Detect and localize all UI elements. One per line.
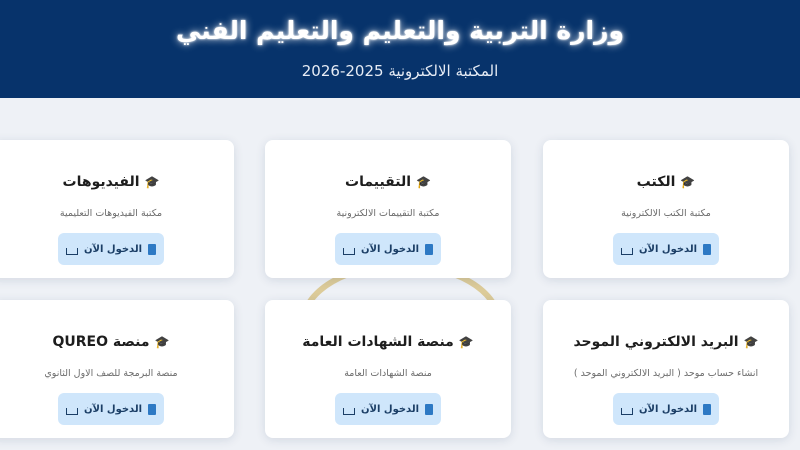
page-header: وزارة التربية والتعليم والتعليم الفني ال…: [0, 0, 800, 98]
enter-button[interactable]: الدخول الآن: [335, 393, 441, 425]
card-assessments: 🎓 التقييمات مكتبة التقييمات الالكترونية ا…: [265, 140, 511, 278]
library-subtitle: المكتبة الالكترونية 2025-2026: [301, 62, 499, 80]
graduation-cap-icon: 🎓: [416, 175, 431, 189]
enter-button[interactable]: الدخول الآن: [335, 233, 441, 265]
card-description: منصة الشهادات العامة: [344, 368, 432, 379]
card-title: منصة الشهادات العامة: [302, 334, 454, 350]
tray-download-icon: [621, 247, 633, 255]
book-icon: [703, 243, 712, 255]
card-books: 🎓 الكتب مكتبة الكتب الالكترونية الدخول ال…: [543, 140, 789, 278]
enter-button-label: الدخول الآن: [84, 403, 143, 415]
card-title: التقييمات: [345, 174, 412, 190]
book-icon: [425, 403, 434, 415]
enter-button-label: الدخول الآن: [639, 403, 698, 415]
card-qureo: 🎓 منصة QUREO منصة البرمجة للصف الاول الثا…: [0, 300, 234, 438]
card-description: مكتبة الكتب الالكترونية: [621, 208, 711, 219]
book-icon: [703, 403, 712, 415]
tray-download-icon: [621, 407, 633, 415]
graduation-cap-icon: 🎓: [743, 335, 759, 349]
card-description: انشاء حساب موحد ( البريد الالكتروني المو…: [573, 368, 759, 379]
enter-button-label: الدخول الآن: [361, 403, 420, 415]
ministry-title: وزارة التربية والتعليم والتعليم الفني: [175, 16, 625, 45]
enter-button-label: الدخول الآن: [639, 243, 698, 255]
enter-button[interactable]: الدخول الآن: [613, 233, 719, 265]
book-icon: [148, 403, 157, 415]
enter-button-label: الدخول الآن: [361, 243, 420, 255]
card-certificates: 🎓 منصة الشهادات العامة منصة الشهادات العا…: [265, 300, 511, 438]
tray-download-icon: [343, 247, 355, 255]
card-description: مكتبة التقييمات الالكترونية: [336, 208, 440, 219]
graduation-cap-icon: 🎓: [144, 175, 160, 189]
card-title: الفيديوهات: [62, 174, 140, 190]
graduation-cap-icon: 🎓: [680, 175, 696, 189]
card-title: منصة QUREO: [52, 334, 150, 350]
card-description: مكتبة الفيديوهات التعليمية: [59, 208, 163, 219]
enter-button[interactable]: الدخول الآن: [58, 233, 164, 265]
tray-download-icon: [343, 407, 355, 415]
tray-download-icon: [66, 247, 78, 255]
book-icon: [148, 243, 157, 255]
enter-button-label: الدخول الآن: [84, 243, 143, 255]
graduation-cap-icon: 🎓: [154, 335, 170, 349]
graduation-cap-icon: 🎓: [458, 335, 474, 349]
card-unified-email: 🎓 البريد الالكتروني الموحد انشاء حساب موح…: [543, 300, 789, 438]
card-description: منصة البرمجة للصف الاول الثانوي: [44, 368, 178, 379]
enter-button[interactable]: الدخول الآن: [58, 393, 164, 425]
tray-download-icon: [66, 407, 78, 415]
card-title: البريد الالكتروني الموحد: [573, 334, 739, 350]
book-icon: [425, 243, 434, 255]
enter-button[interactable]: الدخول الآن: [613, 393, 719, 425]
card-videos: 🎓 الفيديوهات مكتبة الفيديوهات التعليمية ا…: [0, 140, 234, 278]
card-title: الكتب: [636, 174, 676, 190]
